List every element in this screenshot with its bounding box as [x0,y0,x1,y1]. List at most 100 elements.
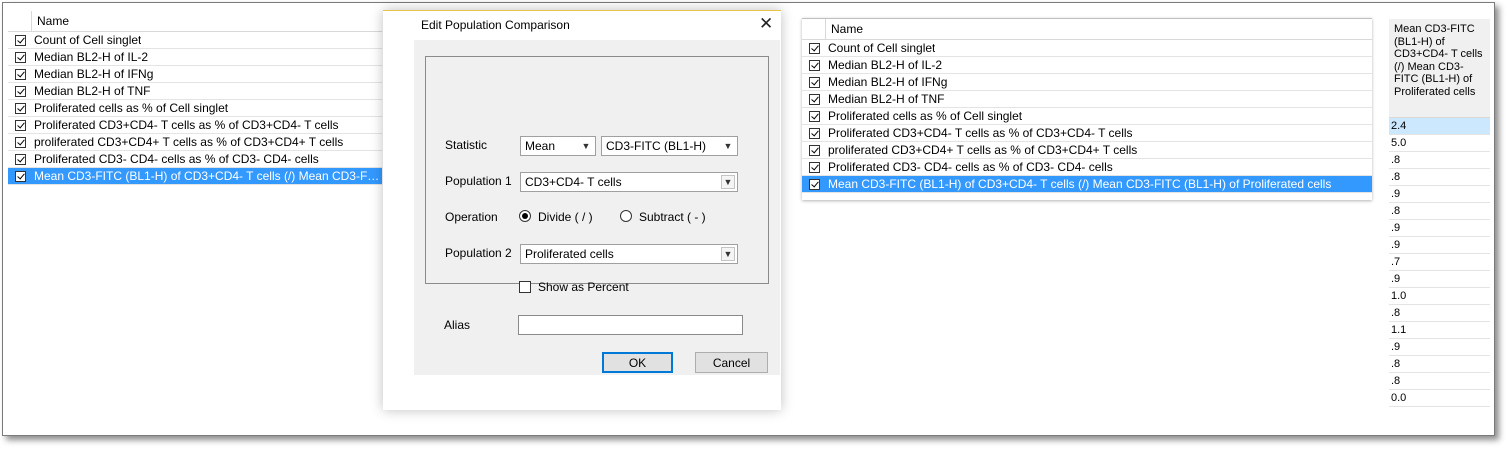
value-column-header[interactable]: Mean CD3-FITC (BL1-H) of CD3+CD4- T cell… [1389,19,1490,118]
chevron-down-icon: ▼ [721,247,735,261]
population2-label: Population 2 [445,246,512,260]
operation-label: Operation [445,210,498,224]
checkbox-icon[interactable] [808,110,820,122]
ok-button[interactable]: OK [602,352,673,373]
right-list-row[interactable]: Median BL2-H of IL-2 [802,57,1372,74]
row-label: Median BL2-H of IL-2 [34,50,149,64]
population1-select[interactable]: CD3+CD4- T cells ▼ [520,172,738,192]
population2-select[interactable]: Proliferated cells ▼ [520,244,738,264]
row-label: Proliferated CD3+CD4- T cells as % of CD… [34,118,339,132]
checkbox-icon[interactable] [14,136,26,148]
right-list-row[interactable]: proliferated CD3+CD4+ T cells as % of CD… [802,142,1372,159]
value-cell[interactable]: .9 [1389,339,1490,356]
right-list-row[interactable]: Median BL2-H of IFNg [802,74,1372,91]
right-list-header[interactable]: Name [802,19,1372,40]
value-cell[interactable]: .9 [1389,237,1490,254]
right-list-row[interactable]: Proliferated cells as % of Cell singlet [802,108,1372,125]
left-statistics-list: Name Count of Cell singlet Median BL2-H … [8,11,382,411]
right-list-row[interactable]: Proliferated CD3- CD4- cells as % of CD3… [802,159,1372,176]
value-cell[interactable]: .8 [1389,152,1490,169]
value-cell[interactable]: 2.4 [1389,118,1490,135]
statistic-label: Statistic [445,138,488,152]
left-list-row[interactable]: Proliferated CD3+CD4- T cells as % of CD… [8,117,382,134]
row-label: Median BL2-H of IFNg [34,67,154,81]
value-cell[interactable]: 1.0 [1389,288,1490,305]
edit-population-comparison-dialog: Edit Population Comparison ✕ Statistic M… [383,10,781,410]
statistic-select[interactable]: Mean ▼ [520,136,596,156]
checkbox-icon[interactable] [14,153,26,165]
close-icon[interactable]: ✕ [759,14,773,34]
value-cell[interactable]: .8 [1389,305,1490,322]
subtract-radio-label[interactable]: Subtract ( - ) [639,210,706,224]
cancel-button[interactable]: Cancel [695,352,768,373]
value-cell[interactable]: 5.0 [1389,135,1490,152]
value-cell[interactable]: .8 [1389,203,1490,220]
left-list-row[interactable]: Median BL2-H of IL-2 [8,49,382,66]
statistic-select-value: Mean [525,139,556,153]
checkbox-icon[interactable] [808,76,820,88]
checkbox-icon[interactable] [14,34,26,46]
population2-select-value: Proliferated cells [525,247,614,261]
row-label: Count of Cell singlet [828,41,936,55]
population1-select-value: CD3+CD4- T cells [525,175,622,189]
left-list-row[interactable]: Proliferated cells as % of Cell singlet [8,100,382,117]
right-list-row[interactable]: Median BL2-H of TNF [802,91,1372,108]
value-cell[interactable]: .9 [1389,220,1490,237]
row-label: Proliferated CD3+CD4- T cells as % of CD… [828,126,1133,140]
left-list-header-corner [8,11,32,31]
value-cell[interactable]: 1.1 [1389,322,1490,339]
checkbox-icon[interactable] [808,127,820,139]
value-cell[interactable]: .7 [1389,254,1490,271]
row-label: proliferated CD3+CD4+ T cells as % of CD… [828,143,1138,157]
checkbox-icon[interactable] [808,178,820,190]
dialog-body: Statistic Mean ▼ CD3-FITC (BL1-H) ▼ Popu… [414,40,780,375]
show-as-percent-label[interactable]: Show as Percent [538,280,629,294]
checkbox-icon[interactable] [14,102,26,114]
right-list-row[interactable]: Proliferated CD3+CD4- T cells as % of CD… [802,125,1372,142]
channel-select-value: CD3-FITC (BL1-H) [606,139,707,153]
checkbox-icon[interactable] [808,42,820,54]
value-cell[interactable]: 0.0 [1389,390,1490,407]
checkbox-icon[interactable] [14,170,26,182]
value-cell[interactable]: .9 [1389,186,1490,203]
row-label: Proliferated CD3- CD4- cells as % of CD3… [34,152,319,166]
divide-radio[interactable] [519,210,531,222]
row-label: Median BL2-H of IFNg [828,75,948,89]
row-label: Proliferated cells as % of Cell singlet [828,109,1023,123]
alias-input[interactable] [518,315,743,335]
row-label: Median BL2-H of TNF [34,84,151,98]
chevron-down-icon: ▼ [721,175,735,189]
checkbox-icon[interactable] [808,93,820,105]
value-cell[interactable]: .8 [1389,169,1490,186]
show-as-percent-checkbox[interactable] [519,281,531,293]
mean-ratio-value-column: Mean CD3-FITC (BL1-H) of CD3+CD4- T cell… [1389,19,1490,407]
checkbox-icon[interactable] [14,119,26,131]
left-list-row[interactable]: Median BL2-H of IFNg [8,66,382,83]
left-list-header[interactable]: Name [8,11,382,32]
checkbox-icon[interactable] [808,59,820,71]
value-cell[interactable]: .8 [1389,356,1490,373]
value-cell[interactable]: .8 [1389,373,1490,390]
row-label: Proliferated cells as % of Cell singlet [34,101,229,115]
checkbox-icon[interactable] [808,161,820,173]
comparison-group-box: Statistic Mean ▼ CD3-FITC (BL1-H) ▼ Popu… [425,56,769,294]
checkbox-icon[interactable] [14,85,26,97]
chevron-down-icon: ▼ [581,141,591,151]
checkbox-icon[interactable] [14,68,26,80]
row-label: Mean CD3-FITC (BL1-H) of CD3+CD4- T cell… [34,169,382,183]
right-list-row[interactable]: Count of Cell singlet [802,40,1372,57]
right-list-row-selected[interactable]: Mean CD3-FITC (BL1-H) of CD3+CD4- T cell… [802,176,1372,193]
checkbox-icon[interactable] [14,51,26,63]
left-list-row[interactable]: Count of Cell singlet [8,32,382,49]
channel-select[interactable]: CD3-FITC (BL1-H) ▼ [601,136,738,156]
left-list-row-selected[interactable]: Mean CD3-FITC (BL1-H) of CD3+CD4- T cell… [8,168,382,185]
checkbox-icon[interactable] [808,144,820,156]
subtract-radio[interactable] [620,210,632,222]
row-label: Count of Cell singlet [34,33,142,47]
value-cell[interactable]: .9 [1389,271,1490,288]
left-list-row[interactable]: Proliferated CD3- CD4- cells as % of CD3… [8,151,382,168]
row-label: Median BL2-H of TNF [828,92,945,106]
left-list-row[interactable]: Median BL2-H of TNF [8,83,382,100]
left-list-row[interactable]: proliferated CD3+CD4+ T cells as % of CD… [8,134,382,151]
divide-radio-label[interactable]: Divide ( / ) [538,210,593,224]
